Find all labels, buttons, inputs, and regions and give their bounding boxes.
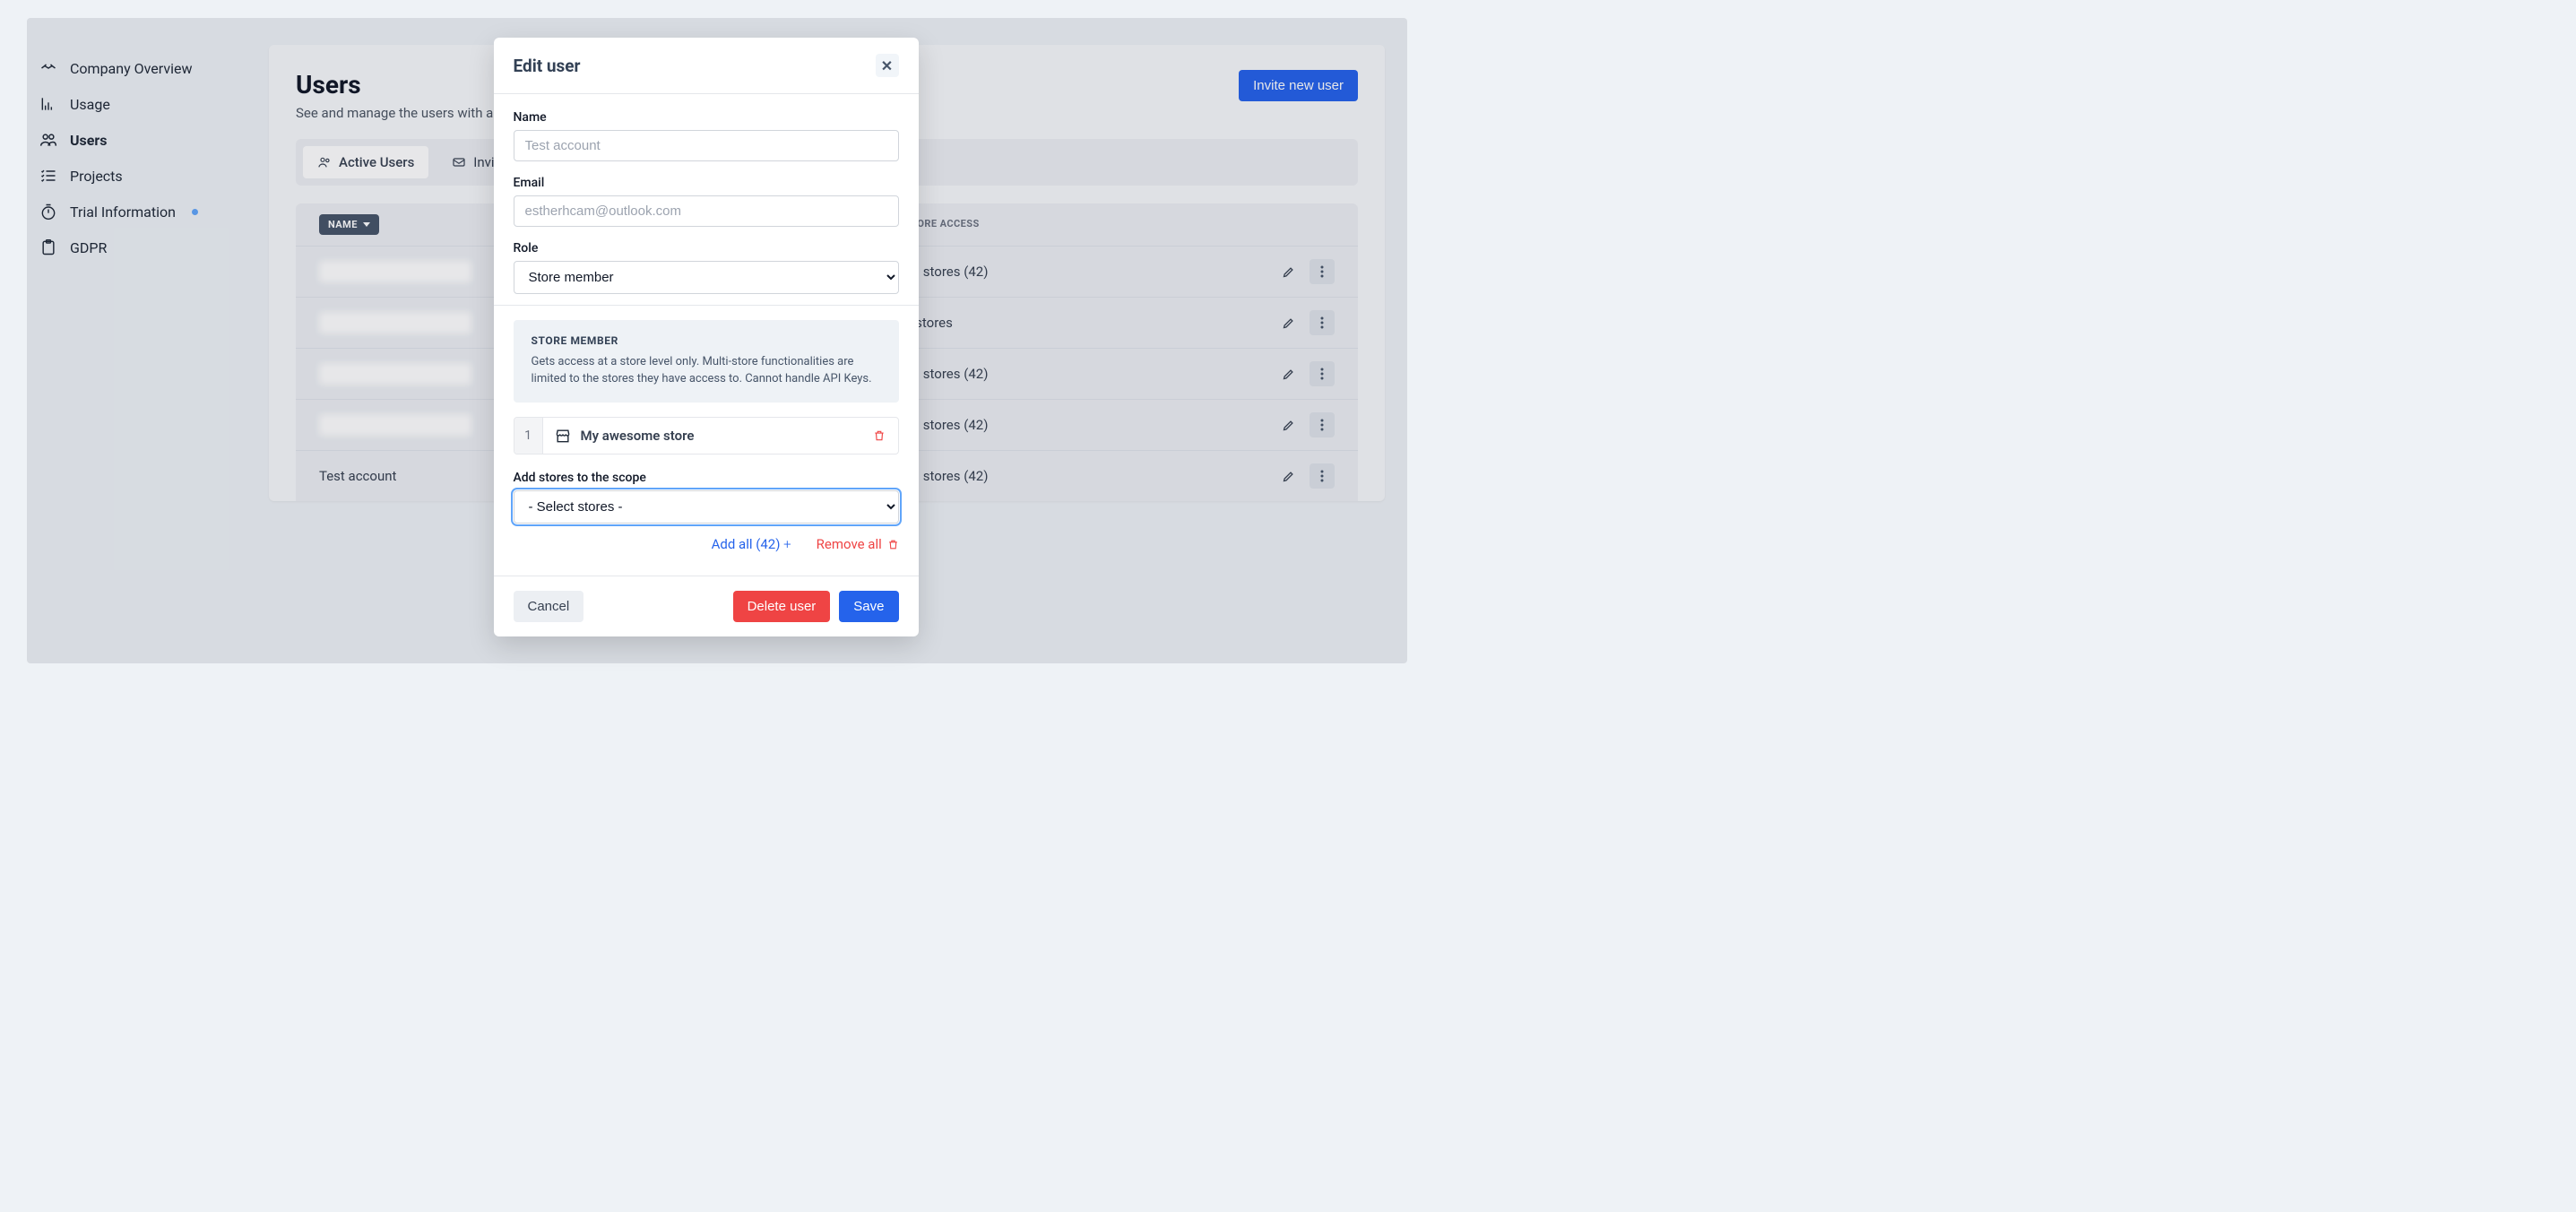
store-index: 1 (514, 418, 543, 454)
role-label: Role (514, 241, 899, 255)
role-info-text: Gets access at a store level only. Multi… (532, 354, 881, 388)
close-button[interactable]: ✕ (876, 54, 899, 77)
email-input[interactable] (514, 195, 899, 227)
role-select[interactable]: Store member (514, 261, 899, 294)
modal-title: Edit user (514, 56, 581, 76)
scoped-store-row: 1 My awesome store (514, 417, 899, 454)
cancel-button[interactable]: Cancel (514, 591, 584, 622)
name-label: Name (514, 110, 899, 125)
remove-store-button[interactable] (860, 429, 898, 442)
remove-all-label: Remove all (817, 536, 882, 552)
close-icon: ✕ (881, 57, 893, 74)
store-name-label: My awesome store (581, 428, 695, 444)
role-info-box: STORE MEMBER Gets access at a store leve… (514, 320, 899, 403)
save-button[interactable]: Save (839, 591, 898, 622)
email-label: Email (514, 176, 899, 190)
role-info-title: STORE MEMBER (532, 334, 881, 347)
trash-icon (886, 536, 899, 552)
add-all-link[interactable]: Add all (42) + (712, 536, 791, 552)
add-stores-label: Add stores to the scope (514, 471, 899, 485)
name-input[interactable] (514, 130, 899, 161)
plus-icon: + (783, 536, 791, 552)
edit-user-modal: Edit user ✕ Name Email Role Store member… (494, 38, 919, 636)
add-all-label: Add all (42) (712, 536, 781, 552)
storefront-icon (554, 427, 572, 445)
delete-user-button[interactable]: Delete user (733, 591, 831, 622)
add-stores-select[interactable]: - Select stores - (514, 490, 899, 524)
remove-all-link[interactable]: Remove all (817, 536, 899, 552)
trash-icon (873, 429, 886, 442)
